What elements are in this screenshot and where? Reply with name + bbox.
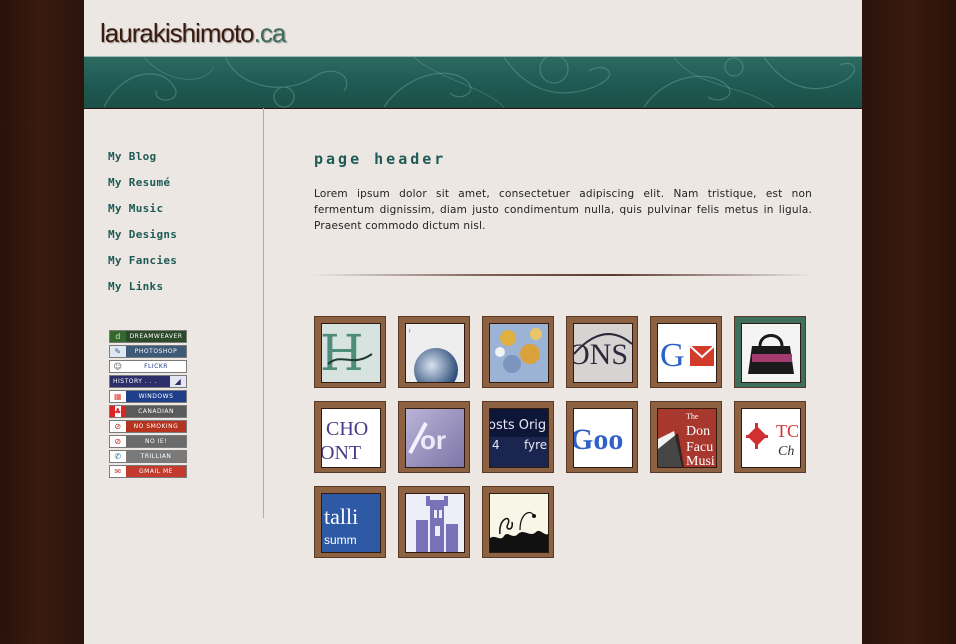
badge-label: CANADIAN (126, 406, 186, 417)
thumbnail-image (489, 323, 549, 383)
svg-text:Don: Don (686, 424, 710, 439)
thumbnail-image: osts Orig 4 fyre (489, 408, 549, 468)
canada-flag-icon: ♣ (110, 406, 126, 417)
svg-text:': ' (408, 327, 411, 341)
no-ie-icon: ⊘ (110, 436, 126, 447)
logo-name: laurakishimoto (100, 18, 255, 48)
badge-photoshop[interactable]: ✎ PHOTOSHOP (109, 345, 187, 358)
svg-text:The: The (686, 412, 699, 421)
header-banner (84, 56, 862, 109)
page-title: page header (314, 150, 447, 168)
svg-text:ONS: ONS (574, 338, 628, 371)
thumbnail-image: CHO ONT (321, 408, 381, 468)
badge-dreamweaver[interactable]: d DREAMWEAVER (109, 330, 187, 343)
sidebar-divider (263, 108, 264, 518)
thumbnail-12[interactable]: TC Ch (734, 401, 806, 473)
nav-item-fancies[interactable]: My Fancies (108, 254, 177, 280)
svg-text:Facu: Facu (686, 440, 713, 455)
svg-text:summ: summ (324, 533, 357, 547)
badge-label: WINDOWS (126, 391, 186, 402)
badge-trillian[interactable]: ✆ TRILLIAN (109, 450, 187, 463)
nav-item-designs[interactable]: My Designs (108, 228, 177, 254)
thumbnail-9[interactable]: osts Orig 4 fyre (482, 401, 554, 473)
svg-text:Musi: Musi (686, 454, 715, 467)
thumbnail-1[interactable]: H (314, 316, 386, 388)
main-content: page header Lorem ipsum dolor sit amet, … (314, 150, 812, 234)
no-smoking-icon: ⊘ (110, 421, 126, 432)
thumbnail-image (489, 493, 549, 553)
nav-item-resume[interactable]: My Resumé (108, 176, 177, 202)
thumbnail-4[interactable]: ONS (566, 316, 638, 388)
thumbnail-image: TC Ch (741, 408, 801, 468)
thumbnail-image: ' (405, 323, 465, 383)
badge-label: GMAIL ME (126, 466, 186, 477)
sidebar-nav: My Blog My Resumé My Music My Designs My… (108, 150, 177, 306)
badge-label: TRILLIAN (126, 451, 186, 462)
thumbnail-5[interactable]: G (650, 316, 722, 388)
gmail-icon: ✉ (110, 466, 126, 477)
badge-flickr[interactable]: ☺ FLICKR (109, 360, 187, 373)
thumbnail-11[interactable]: The Don Facu Musi (650, 401, 722, 473)
windows-icon: ▦ (110, 391, 126, 402)
thumbnail-image (741, 323, 801, 383)
thumbnail-6[interactable] (734, 316, 806, 388)
content-divider (312, 274, 812, 276)
badge-label: NO SMOKING (126, 421, 186, 432)
svg-text:ONT: ONT (322, 442, 361, 464)
thumbnail-image: or (405, 408, 465, 468)
badge-windows[interactable]: ▦ WINDOWS (109, 390, 187, 403)
badge-label: NO IE! (126, 436, 186, 447)
thumbnail-2[interactable]: ' (398, 316, 470, 388)
flickr-icon: ☺ (110, 361, 126, 372)
badge-gmail[interactable]: ✉ GMAIL ME (109, 465, 187, 478)
intro-paragraph: Lorem ipsum dolor sit amet, consectetuer… (314, 188, 812, 232)
badge-label: PHOTOSHOP (126, 346, 186, 357)
thumbnail-image: Goo (573, 408, 633, 468)
badge-label: HISTORY . . . (110, 376, 170, 387)
thumbnail-8[interactable]: or (398, 401, 470, 473)
nav-item-links[interactable]: My Links (108, 280, 177, 306)
thumbnail-13[interactable]: talli summ (314, 486, 386, 558)
thumbnail-15[interactable] (482, 486, 554, 558)
badge-history[interactable]: HISTORY . . . ◢ (109, 375, 187, 388)
thumbnail-14[interactable] (398, 486, 470, 558)
badge-no-smoking[interactable]: ⊘ NO SMOKING (109, 420, 187, 433)
thumbnail-3[interactable] (482, 316, 554, 388)
svg-text:osts Orig: osts Orig (490, 418, 546, 433)
page-container: laurakishimoto.ca My Blog My Resumé My M… (84, 0, 862, 644)
badge-list: d DREAMWEAVER ✎ PHOTOSHOP ☺ FLICKR HISTO… (109, 330, 187, 480)
badge-canadian[interactable]: ♣ CANADIAN (109, 405, 187, 418)
nav-item-music[interactable]: My Music (108, 202, 177, 228)
svg-text:TC: TC (776, 421, 799, 441)
banner-swirl-pattern (103, 57, 855, 108)
trillian-icon: ✆ (110, 451, 126, 462)
badge-label: DREAMWEAVER (126, 331, 186, 342)
svg-text:fyre: fyre (524, 438, 547, 452)
svg-text:G: G (660, 337, 685, 374)
thumbnail-image: G (657, 323, 717, 383)
thumbnail-image (405, 493, 465, 553)
thumbnail-image: The Don Facu Musi (657, 408, 717, 468)
thumbnail-10[interactable]: Goo (566, 401, 638, 473)
photoshop-icon: ✎ (110, 346, 126, 357)
svg-text:4: 4 (492, 438, 500, 452)
nav-item-blog[interactable]: My Blog (108, 150, 177, 176)
svg-text:Goo: Goo (574, 423, 623, 456)
svg-text:Ch: Ch (778, 444, 794, 459)
svg-text:talli: talli (324, 504, 358, 529)
history-icon: ◢ (170, 376, 186, 387)
badge-label: FLICKR (126, 361, 186, 372)
svg-text:CHO: CHO (326, 418, 368, 440)
svg-text:H: H (322, 324, 364, 382)
thumbnail-image: H (321, 323, 381, 383)
thumbnail-image: ONS (573, 323, 633, 383)
logo-tld: .ca (253, 18, 287, 48)
badge-no-ie[interactable]: ⊘ NO IE! (109, 435, 187, 448)
site-logo[interactable]: laurakishimoto.ca (100, 18, 287, 49)
thumbnail-image: talli summ (321, 493, 381, 553)
thumbnail-7[interactable]: CHO ONT (314, 401, 386, 473)
dreamweaver-icon: d (110, 331, 126, 342)
site-header: laurakishimoto.ca (84, 0, 862, 56)
